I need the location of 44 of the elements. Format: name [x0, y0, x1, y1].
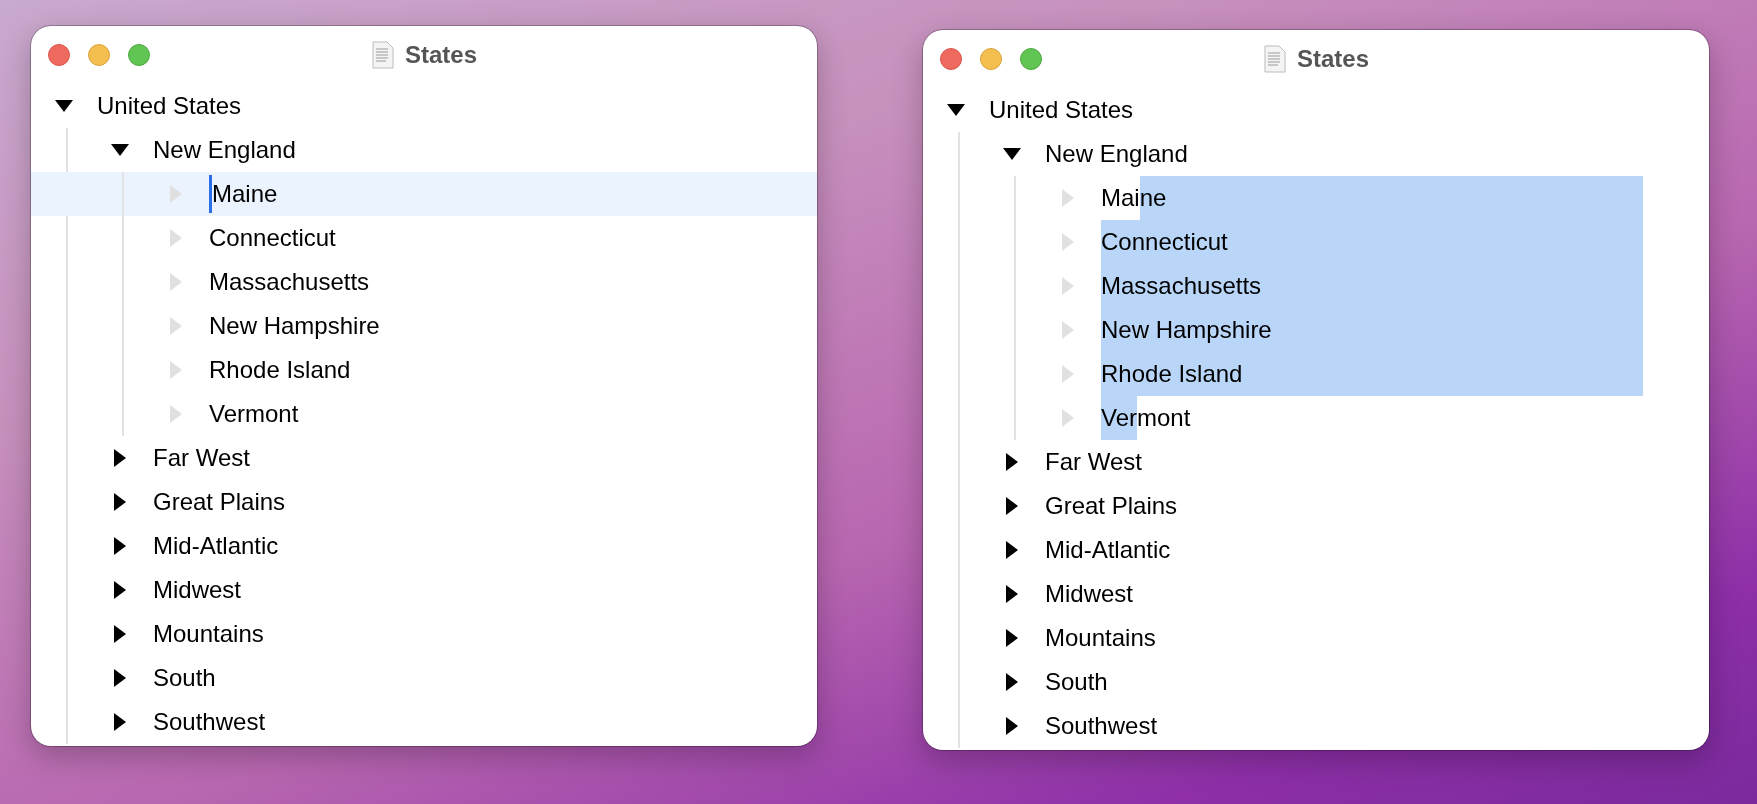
disclosure-triangle-icon[interactable]	[1006, 453, 1018, 471]
tree-item-label[interactable]: United States	[989, 88, 1134, 132]
zoom-button[interactable]	[1020, 48, 1042, 70]
tree-item-label[interactable]: New England	[1045, 132, 1188, 176]
tree-item-label[interactable]: South	[1045, 660, 1108, 704]
disclosure-triangle-icon[interactable]	[114, 537, 126, 555]
zoom-button[interactable]	[128, 44, 150, 66]
disclosure-triangle-icon[interactable]	[947, 104, 965, 116]
tree-item-label[interactable]: Midwest	[153, 568, 242, 612]
tree-item-label[interactable]: Far West	[153, 436, 250, 480]
tree-item-label[interactable]: Great Plains	[153, 480, 286, 524]
window-title: States	[1296, 45, 1369, 73]
disclosure-triangle-icon[interactable]	[114, 713, 126, 731]
tree-item-label[interactable]: New England	[153, 128, 296, 172]
close-button[interactable]	[48, 44, 70, 66]
tree-item-label[interactable]: Mountains	[1045, 616, 1156, 660]
disclosure-triangle-icon[interactable]	[1006, 673, 1018, 691]
disclosure-triangle-icon[interactable]	[114, 449, 126, 467]
close-button[interactable]	[940, 48, 962, 70]
tree-item-label[interactable]: South	[153, 656, 216, 700]
tree-item-label[interactable]: Southwest	[1045, 704, 1158, 748]
tree-item-label[interactable]: Mountains	[153, 612, 264, 656]
disclosure-triangle-icon[interactable]	[114, 625, 126, 643]
disclosure-triangle-icon[interactable]	[114, 581, 126, 599]
disclosure-triangle-icon[interactable]	[114, 669, 126, 687]
tree-item-label[interactable]: Mid-Atlantic	[153, 524, 279, 568]
document-icon	[1262, 45, 1287, 73]
disclosure-triangle-icon[interactable]	[1006, 629, 1018, 647]
tree-item-label[interactable]: Midwest	[1045, 572, 1134, 616]
disclosure-triangle-icon[interactable]	[1003, 148, 1021, 160]
disclosure-triangle-icon[interactable]	[1006, 717, 1018, 735]
disclosure-triangle-icon[interactable]	[1006, 497, 1018, 515]
window-title: States	[404, 41, 477, 69]
tree-item-label[interactable]: Southwest	[153, 700, 266, 744]
disclosure-triangle-icon[interactable]	[114, 493, 126, 511]
document-icon	[370, 41, 395, 69]
tree-item-label[interactable]: Far West	[1045, 440, 1142, 484]
tree-item-label[interactable]: Great Plains	[1045, 484, 1178, 528]
tree-item-label[interactable]: United States	[97, 84, 242, 128]
disclosure-triangle-icon[interactable]	[1006, 585, 1018, 603]
disclosure-triangle-icon[interactable]	[111, 144, 129, 156]
tree-item-label[interactable]: Mid-Atlantic	[1045, 528, 1171, 572]
disclosure-triangle-icon[interactable]	[55, 100, 73, 112]
disclosure-triangle-icon[interactable]	[1006, 541, 1018, 559]
